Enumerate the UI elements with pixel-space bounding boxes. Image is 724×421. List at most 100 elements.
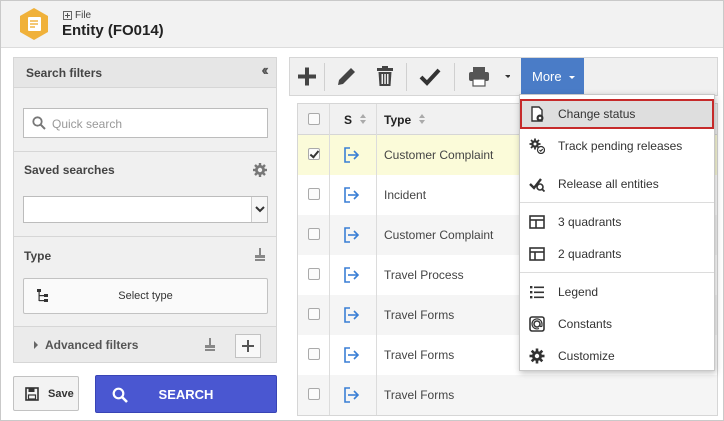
print-icon[interactable]	[460, 58, 510, 95]
menu-item-label: 2 quadrants	[558, 247, 622, 261]
edit-icon[interactable]	[328, 58, 362, 95]
menu-item-label: Track pending releases	[558, 139, 683, 153]
row-checkbox[interactable]	[308, 188, 320, 200]
status-arrow-icon	[344, 227, 360, 243]
menu-item-label: 3 quadrants	[558, 215, 622, 229]
divider	[454, 63, 455, 91]
advanced-filters-label: Advanced filters	[45, 338, 139, 352]
row-type: Customer Complaint	[384, 228, 494, 242]
menu-item-constants[interactable]: Constants	[520, 309, 714, 339]
search-button[interactable]: SEARCH	[95, 375, 277, 413]
three-quadrants-icon	[529, 215, 545, 229]
menu-item-track-pending-releases[interactable]: Track pending releases	[520, 131, 714, 161]
column-header-status[interactable]: S	[344, 113, 352, 127]
breadcrumb[interactable]: File	[63, 10, 91, 21]
row-type: Customer Complaint	[384, 148, 494, 162]
type-filter-label: Type	[24, 249, 52, 263]
save-label: Save	[48, 388, 74, 400]
status-arrow-icon	[344, 267, 360, 283]
caret-down-icon	[569, 76, 575, 79]
add-filter-button[interactable]	[235, 334, 261, 358]
legend-icon	[530, 286, 544, 299]
toolbar: More	[289, 57, 718, 96]
search-icon	[32, 116, 46, 130]
row-checkbox[interactable]	[308, 148, 320, 160]
expand-arrow-icon	[34, 341, 38, 349]
row-type: Travel Forms	[384, 348, 455, 362]
saved-searches-label: Saved searches	[24, 163, 115, 177]
clear-filter-icon[interactable]	[254, 248, 266, 262]
status-arrow-icon	[344, 387, 360, 403]
change-status-icon	[531, 106, 544, 122]
menu-item-3-quadrants[interactable]: 3 quadrants	[520, 207, 714, 237]
menu-item-label: Customize	[558, 349, 615, 363]
row-type: Travel Forms	[384, 308, 455, 322]
page-title: Entity (FO014)	[62, 22, 164, 39]
divider	[14, 236, 276, 237]
menu-item-label: Constants	[558, 317, 613, 331]
saved-searches-select[interactable]	[23, 196, 268, 223]
row-type: Travel Forms	[384, 388, 455, 402]
add-icon[interactable]	[290, 58, 324, 95]
column-header-type[interactable]: Type	[384, 113, 411, 127]
divider	[406, 63, 407, 91]
quick-search-input[interactable]: Quick search	[23, 108, 268, 138]
two-quadrants-icon	[529, 247, 545, 261]
table-row[interactable]: Travel Forms	[298, 375, 717, 415]
constants-icon	[529, 316, 545, 332]
saved-searches-settings-icon[interactable]	[252, 162, 268, 178]
divider	[14, 151, 276, 152]
release-icon	[529, 178, 545, 192]
menu-item-legend[interactable]: Legend	[520, 277, 714, 307]
collapse-panel-icon[interactable]: ‹‹	[261, 62, 268, 80]
advanced-filters-section[interactable]: Advanced filters	[14, 326, 276, 362]
select-all-checkbox[interactable]	[308, 113, 320, 125]
save-icon	[25, 387, 39, 401]
sort-icon[interactable]	[419, 114, 425, 125]
entity-app-icon	[20, 8, 48, 40]
menu-divider	[520, 272, 714, 273]
row-checkbox[interactable]	[308, 388, 320, 400]
row-checkbox[interactable]	[308, 268, 320, 280]
save-button[interactable]: Save	[13, 376, 79, 411]
row-checkbox[interactable]	[308, 228, 320, 240]
filters-header: Search filters ‹‹	[14, 58, 276, 88]
more-label: More	[532, 69, 562, 84]
gear-icon	[529, 348, 545, 364]
menu-item-customize[interactable]: Customize	[520, 341, 714, 371]
chevron-down-icon[interactable]	[251, 197, 267, 222]
status-arrow-icon	[344, 307, 360, 323]
more-menu: Change status Track pending releases Rel…	[519, 94, 715, 371]
clear-advanced-filters-icon[interactable]	[204, 338, 216, 352]
select-type-button[interactable]: Select type	[23, 278, 268, 314]
divider	[324, 63, 325, 91]
gears-icon	[529, 138, 545, 154]
menu-item-change-status[interactable]: Change status	[520, 99, 714, 129]
more-button[interactable]: More	[521, 58, 584, 96]
menu-item-release-all-entities[interactable]: Release all entities	[520, 169, 714, 199]
menu-item-label: Change status	[558, 107, 636, 121]
row-checkbox[interactable]	[308, 308, 320, 320]
confirm-check-icon[interactable]	[412, 58, 448, 95]
delete-icon[interactable]	[368, 58, 402, 95]
column-divider	[376, 104, 377, 135]
menu-item-2-quadrants[interactable]: 2 quadrants	[520, 239, 714, 269]
column-divider	[329, 104, 330, 135]
row-type: Travel Process	[384, 268, 464, 282]
filters-title: Search filters	[26, 66, 103, 80]
search-filters-panel: Search filters ‹‹ Quick search Saved sea…	[13, 57, 277, 363]
row-checkbox[interactable]	[308, 348, 320, 360]
menu-divider	[520, 202, 714, 203]
expand-icon	[63, 11, 72, 20]
select-type-label: Select type	[118, 290, 173, 302]
status-arrow-icon	[344, 187, 360, 203]
quick-search-placeholder: Quick search	[52, 117, 123, 131]
status-arrow-icon	[344, 147, 360, 163]
status-arrow-icon	[344, 347, 360, 363]
column-divider	[329, 135, 330, 415]
column-divider	[376, 135, 377, 415]
breadcrumb-file[interactable]: File	[75, 10, 91, 21]
menu-item-label: Release all entities	[558, 177, 659, 191]
sort-icon[interactable]	[360, 114, 366, 125]
row-type: Incident	[384, 188, 427, 202]
